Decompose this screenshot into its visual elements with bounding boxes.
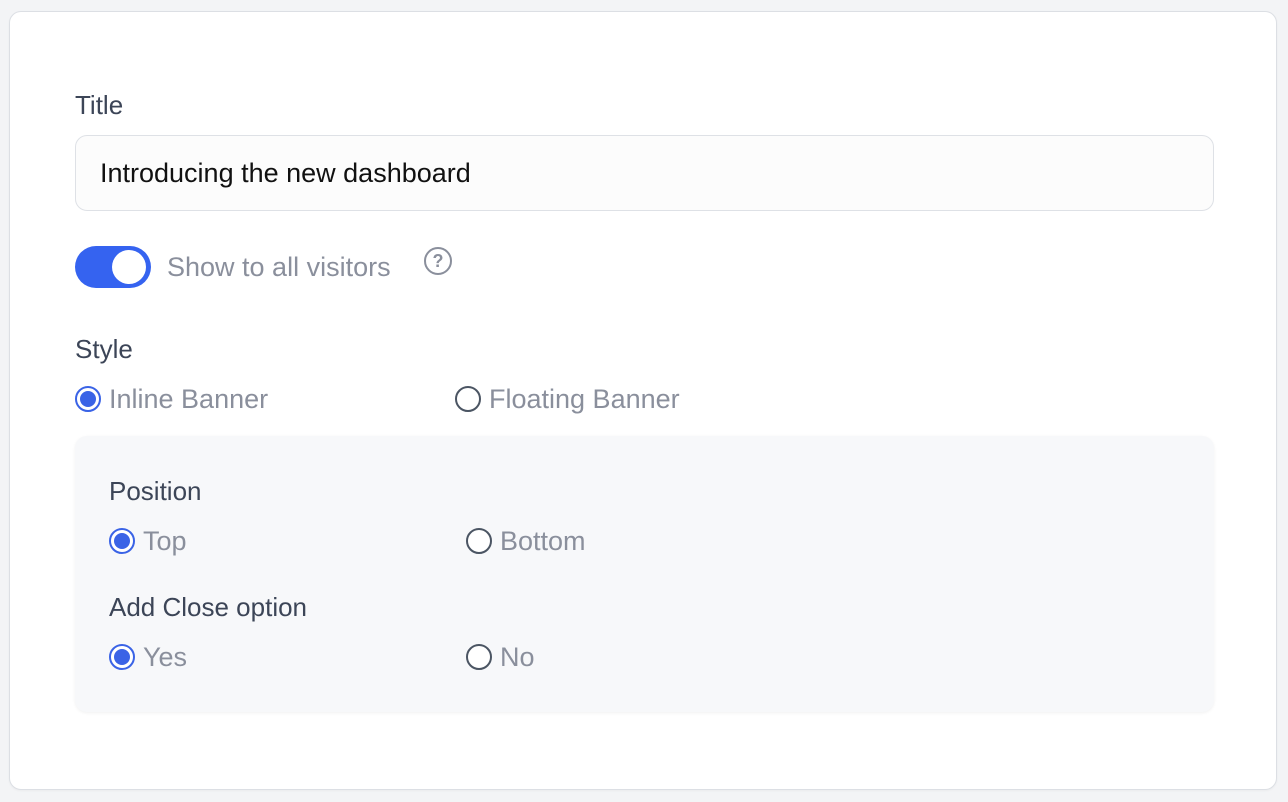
radio-selected-icon[interactable] [109, 528, 135, 554]
add-close-option-label: Add Close option [109, 592, 308, 622]
radio-unselected-icon[interactable] [466, 644, 492, 670]
style-option-floating-banner[interactable]: Floating Banner [455, 384, 680, 414]
position-option-top[interactable]: Top [109, 526, 187, 556]
show-to-all-visitors-label: Show to all visitors [167, 252, 391, 282]
position-option-label: Bottom [500, 526, 586, 556]
style-option-label: Floating Banner [489, 384, 680, 414]
style-label: Style [75, 334, 133, 364]
radio-unselected-icon[interactable] [455, 386, 481, 412]
close-option-no[interactable]: No [466, 642, 535, 672]
inline-banner-options-panel: Position Top Bottom Add Close option Yes… [75, 436, 1214, 712]
title-input[interactable] [75, 135, 1214, 211]
position-label: Position [109, 476, 202, 506]
close-option-label: No [500, 642, 535, 672]
close-option-yes[interactable]: Yes [109, 642, 187, 672]
close-option-label: Yes [143, 642, 188, 672]
radio-selected-icon[interactable] [109, 644, 135, 670]
radio-unselected-icon[interactable] [466, 528, 492, 554]
title-label: Title [75, 90, 124, 120]
position-option-bottom[interactable]: Bottom [466, 526, 586, 556]
toggle-knob [112, 250, 146, 284]
question-circle-icon[interactable]: ? [424, 247, 452, 275]
banner-settings-card: Title Show to all visitors ? Style Inlin… [9, 11, 1277, 790]
style-option-inline-banner[interactable]: Inline Banner [75, 384, 268, 414]
show-to-all-visitors-toggle[interactable] [75, 246, 151, 288]
style-option-label: Inline Banner [109, 384, 269, 414]
radio-selected-icon[interactable] [75, 386, 101, 412]
position-option-label: Top [143, 526, 187, 556]
